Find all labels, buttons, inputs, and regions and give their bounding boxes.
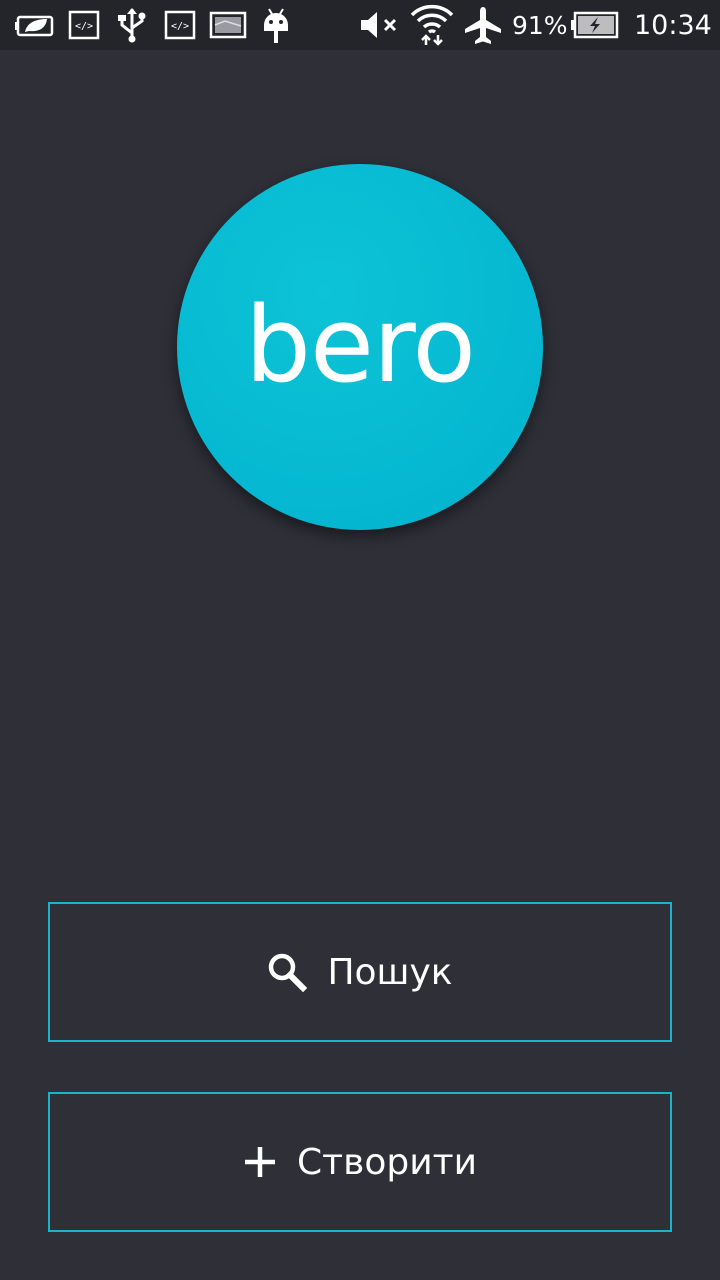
- developer-code-icon: </>: [66, 0, 102, 50]
- clock: 10:34: [634, 10, 712, 41]
- create-button-label: Створити: [297, 1141, 477, 1183]
- battery-saver-icon: [14, 0, 58, 50]
- logo-text: bero: [244, 284, 476, 406]
- create-button[interactable]: Створити: [48, 1092, 672, 1232]
- search-icon: [267, 952, 308, 992]
- status-bar: </> </> 91% 10:34: [0, 0, 720, 50]
- volume-muted-icon: [358, 0, 400, 50]
- battery-charging-icon: [570, 0, 620, 50]
- search-button[interactable]: Пошук: [48, 902, 672, 1042]
- svg-text:</>: </>: [171, 21, 189, 32]
- svg-text:</>: </>: [75, 21, 93, 32]
- wifi-data-icon: [408, 0, 456, 50]
- search-button-label: Пошук: [327, 951, 453, 993]
- screenshot-image-icon: [208, 0, 248, 50]
- android-debug-icon: [258, 0, 294, 50]
- app-logo: bero: [177, 164, 543, 530]
- usb-icon: [114, 0, 150, 50]
- plus-icon: [243, 1145, 277, 1179]
- airplane-mode-icon: [462, 0, 504, 50]
- battery-percentage: 91%: [512, 11, 568, 40]
- developer-code-icon: </>: [162, 0, 198, 50]
